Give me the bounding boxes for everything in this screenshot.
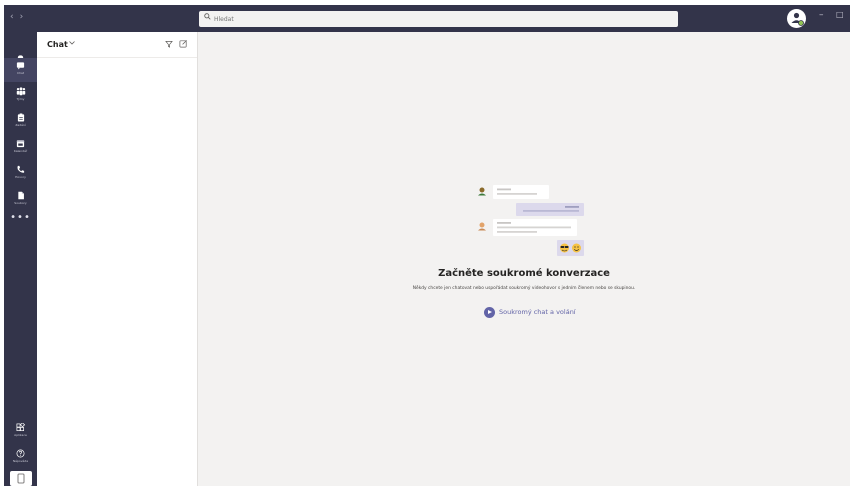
assignments-icon xyxy=(17,113,24,122)
back-button[interactable]: ‹ xyxy=(10,12,20,22)
help-icon xyxy=(16,449,25,458)
rail-item-files[interactable]: Soubory xyxy=(4,188,37,212)
rail-label: Kalendář xyxy=(13,149,28,153)
new-chat-icon[interactable] xyxy=(179,39,188,48)
maximize-button[interactable]: □ xyxy=(836,10,844,19)
phone-icon xyxy=(17,165,25,173)
empty-state-title: Začněte soukromé konverzace xyxy=(438,268,610,279)
avatar[interactable] xyxy=(787,9,806,28)
app-rail: Aktivita Chat Týmy Zadání xyxy=(4,32,37,486)
chat-list-title[interactable]: Chat xyxy=(47,40,68,49)
rail-item-apps[interactable]: Aplikace xyxy=(4,420,37,444)
play-icon xyxy=(484,307,495,318)
main-content: Začněte soukromé konverzace Někdy chcete… xyxy=(198,32,850,486)
rail-label: Zadání xyxy=(15,123,26,127)
chat-list-header: Chat xyxy=(37,32,197,58)
file-icon xyxy=(17,191,24,200)
minimize-button[interactable]: – xyxy=(819,10,824,20)
rail-label: Aplikace xyxy=(14,433,27,437)
teams-icon xyxy=(16,87,25,96)
title-bar: ‹› – □ xyxy=(4,5,850,32)
rail-item-calendar[interactable]: Kalendář xyxy=(4,136,37,160)
phone-device-icon xyxy=(17,473,25,484)
rail-item-teams[interactable]: Týmy xyxy=(4,84,37,108)
search-box[interactable] xyxy=(199,11,678,27)
chat-icon xyxy=(16,62,25,70)
conversation-illustration-icon xyxy=(477,185,584,256)
chat-list-pane: Chat xyxy=(37,32,198,486)
search-input[interactable] xyxy=(214,11,614,27)
start-private-chat-label: Soukromý chat a volání xyxy=(499,308,576,316)
forward-button[interactable]: › xyxy=(20,12,30,22)
rail-item-assignments[interactable]: Zadání xyxy=(4,110,37,134)
avatar-icon xyxy=(788,10,805,27)
chevron-down-icon[interactable] xyxy=(69,41,75,45)
empty-state-subtitle: Někdy chcete jen chatovat nebo uspořádat… xyxy=(412,286,636,291)
rail-item-calls[interactable]: Hovory xyxy=(4,162,37,186)
rail-label: Nápověda xyxy=(12,459,29,463)
apps-icon xyxy=(16,423,25,432)
nav-arrows: ‹› xyxy=(10,12,29,22)
rail-item-help[interactable]: Nápověda xyxy=(4,446,37,470)
more-apps-button[interactable]: ••• xyxy=(4,212,37,223)
calendar-icon xyxy=(16,140,25,148)
rail-label: Týmy xyxy=(16,97,25,101)
rail-label: Hovory xyxy=(15,175,26,179)
rail-item-chat[interactable]: Chat xyxy=(4,58,37,82)
rail-label: Soubory xyxy=(14,201,27,205)
search-icon xyxy=(204,13,211,20)
rail-label: Chat xyxy=(16,71,24,75)
device-button[interactable] xyxy=(10,471,32,486)
filter-icon[interactable] xyxy=(165,40,173,48)
